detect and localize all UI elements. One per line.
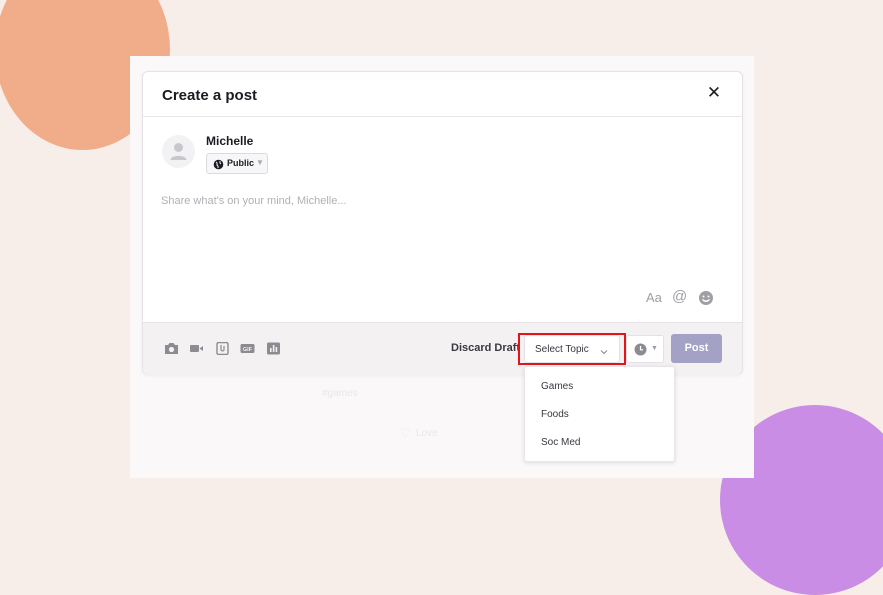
topic-select[interactable]: Select Topic (524, 335, 620, 363)
close-icon[interactable]: ✕ (705, 84, 723, 102)
caret-down-icon: ▼ (651, 345, 658, 352)
heart-icon: ♡ (400, 426, 411, 440)
post-text-input[interactable] (161, 190, 601, 212)
topic-select-label: Select Topic (535, 344, 589, 355)
gif-icon[interactable]: GIF (240, 342, 255, 355)
schedule-button[interactable]: ▼ (626, 335, 664, 363)
chevron-down-icon (599, 344, 609, 355)
svg-text:GIF: GIF (243, 347, 253, 353)
topic-option-games[interactable]: Games (541, 381, 573, 392)
modal-title: Create a post (162, 87, 258, 104)
attachment-icon[interactable] (215, 341, 230, 356)
clock-icon (634, 343, 647, 356)
video-icon[interactable] (189, 342, 204, 355)
text-format-button[interactable]: Aa (646, 290, 662, 305)
background-love-label: Love (416, 428, 438, 439)
caret-down-icon: ▼ (256, 158, 264, 167)
author-name: Michelle (206, 134, 254, 148)
privacy-label: Public (227, 158, 255, 168)
avatar (162, 135, 195, 168)
globe-icon (213, 157, 224, 175)
poll-icon[interactable] (266, 342, 281, 355)
post-button[interactable]: Post (671, 334, 722, 363)
topic-option-soc-med[interactable]: Soc Med (541, 437, 580, 448)
camera-icon[interactable] (164, 342, 179, 355)
background-post-tag: #games (322, 388, 358, 399)
modal-header: Create a post ✕ (143, 72, 742, 117)
discard-draft-button[interactable]: Discard Draft (451, 342, 520, 354)
topic-option-foods[interactable]: Foods (541, 409, 569, 420)
emoji-icon[interactable] (698, 290, 714, 306)
topic-dropdown-menu: Games Foods Soc Med (524, 366, 675, 462)
mention-button[interactable]: @ (672, 288, 687, 305)
privacy-dropdown[interactable]: Public ▼ (206, 153, 268, 174)
create-post-modal: Create a post ✕ Michelle Public ▼ Aa @ (142, 71, 743, 375)
